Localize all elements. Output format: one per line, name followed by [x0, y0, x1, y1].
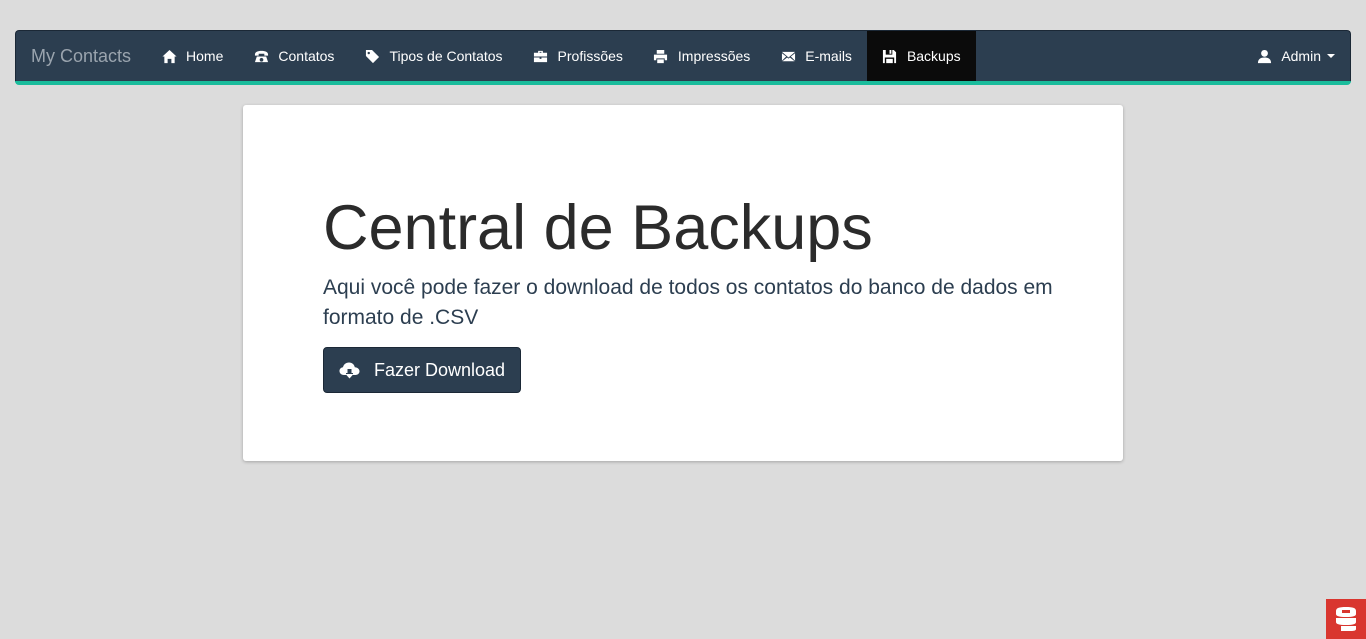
save-icon [882, 48, 898, 64]
nav-item-label: Impressões [677, 48, 751, 64]
top-navbar: My Contacts Home Contatos Tipos de Conta… [15, 30, 1351, 82]
brand-link[interactable]: My Contacts [16, 31, 146, 82]
nav-item-emails[interactable]: E-mails [765, 31, 867, 81]
backup-panel: Central de Backups Aqui você pode fazer … [243, 105, 1123, 461]
nav-item-label: E-mails [805, 48, 852, 64]
user-name: Admin [1281, 48, 1321, 64]
corner-widget[interactable] [1326, 599, 1366, 639]
user-icon [1256, 48, 1272, 64]
cloud-download-icon [339, 362, 360, 379]
user-dropdown-toggle[interactable]: Admin [1241, 31, 1350, 81]
nav-item-home[interactable]: Home [146, 31, 238, 81]
tag-icon [364, 48, 380, 64]
nav-item-label: Home [186, 48, 224, 64]
navbar-accent-bar [15, 81, 1351, 85]
nav-item-impressoes[interactable]: Impressões [638, 31, 765, 81]
envelope-icon [780, 48, 796, 64]
nav-item-label: Tipos de Contatos [389, 48, 503, 64]
jumbotron: Central de Backups Aqui você pode fazer … [323, 193, 1063, 333]
download-button-label: Fazer Download [374, 359, 506, 380]
page-title: Central de Backups [323, 193, 873, 263]
nav-item-label: Profissões [557, 48, 623, 64]
nav-item-tipos-de-contatos[interactable]: Tipos de Contatos [349, 31, 517, 81]
nav-item-profissoes[interactable]: Profissões [518, 31, 638, 81]
user-menu: Admin [1241, 31, 1350, 82]
print-icon [653, 48, 669, 64]
nav-item-label: Contatos [278, 48, 335, 64]
nav-item-label: Backups [906, 48, 961, 64]
main-nav: Home Contatos Tipos de Contatos Profissõ… [146, 31, 976, 82]
briefcase-icon [533, 48, 549, 64]
download-button[interactable]: Fazer Download [323, 347, 521, 393]
nav-item-backups[interactable]: Backups [866, 31, 976, 81]
app-badge-icon [1336, 607, 1356, 631]
phone-icon [253, 48, 269, 64]
caret-down-icon [1327, 54, 1335, 58]
page-description: Aqui você pode fazer o download de todos… [323, 276, 1053, 329]
nav-item-contatos[interactable]: Contatos [238, 31, 349, 81]
home-icon [161, 48, 177, 64]
